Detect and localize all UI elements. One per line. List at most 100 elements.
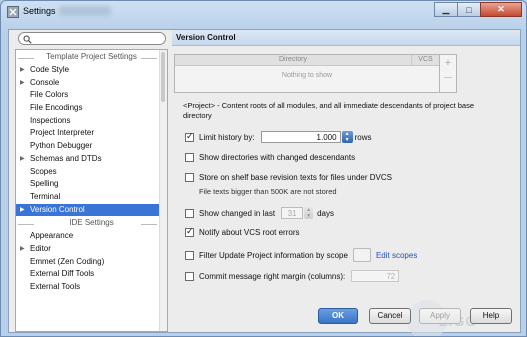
tree-item-label: Emmet (Zen Coding) xyxy=(30,256,105,266)
maximize-icon: □ xyxy=(466,4,472,15)
spin-down-icon: ▼ xyxy=(306,213,312,219)
minimize-button[interactable]: ▁ xyxy=(434,2,458,17)
column-directory[interactable]: Directory xyxy=(175,55,412,65)
tree-item-label: Project Interpreter xyxy=(30,128,95,138)
column-vcs[interactable]: VCS xyxy=(412,55,439,65)
tree-item-appearance[interactable]: Appearance xyxy=(16,230,160,243)
spin-down-icon: ▼ xyxy=(344,137,350,143)
tree-item-label: Terminal xyxy=(30,191,61,201)
commit-margin-checkbox[interactable] xyxy=(185,271,194,281)
tree-item-label: File Colors xyxy=(30,90,69,100)
tree-item-label: External Tools xyxy=(30,282,81,291)
panel-title: Version Control xyxy=(172,30,520,46)
tree-item-emmet-zen-coding[interactable]: Emmet (Zen Coding) xyxy=(16,256,160,269)
tree-item-label: External Diff Tools xyxy=(30,269,95,279)
limit-history-spinner[interactable]: ▲ ▼ xyxy=(341,131,353,143)
tree-item-external-diff-tools[interactable]: External Diff Tools xyxy=(16,268,160,281)
search-icon xyxy=(23,35,32,44)
edit-scopes-link[interactable]: Edit scopes xyxy=(376,251,417,260)
tree-item-label: Spelling xyxy=(30,179,59,189)
expand-arrow-icon[interactable]: ▶ xyxy=(20,204,25,217)
tree-scrollbar[interactable] xyxy=(159,50,167,331)
tree-item-version-control[interactable]: ▶ Version Control xyxy=(16,203,160,217)
store-shelf-checkbox[interactable] xyxy=(185,173,194,182)
table-empty-text: Nothing to show xyxy=(281,72,333,79)
tree-group-ide: IDE Settings xyxy=(16,218,167,230)
tree-scroll-thumb[interactable] xyxy=(161,52,165,102)
show-changed-input[interactable]: 31 xyxy=(281,207,304,219)
help-button[interactable]: Help xyxy=(470,308,512,324)
close-button[interactable]: ✕ xyxy=(480,2,522,17)
limit-history-checkbox[interactable] xyxy=(185,131,194,142)
vcs-mappings-table[interactable]: Directory VCS Nothing to show xyxy=(174,54,440,93)
tree-item-console[interactable]: ▶ Console xyxy=(16,77,160,90)
store-shelf-row: Store on shelf base revision texts for f… xyxy=(185,173,392,182)
limit-history-unit: rows xyxy=(354,132,372,142)
tree-item-label: Inspections xyxy=(30,115,71,125)
settings-tree[interactable]: Template Project Settings ▶ Code Style ▶ Co… xyxy=(15,49,168,332)
filter-update-row: Filter Update Project information by sco… xyxy=(185,248,417,262)
expand-arrow-icon[interactable]: ▶ xyxy=(20,64,25,77)
remove-mapping-icon[interactable] xyxy=(444,77,452,78)
notify-vcs-checkbox[interactable] xyxy=(185,226,194,237)
show-changed-label: Show changed in last xyxy=(199,208,276,218)
search-input[interactable] xyxy=(18,32,166,45)
commit-margin-row: Commit message right margin (columns): 7… xyxy=(185,270,400,282)
expand-arrow-icon[interactable]: ▶ xyxy=(20,153,25,166)
minimize-icon: ▁ xyxy=(442,4,450,14)
tree-item-schemas-and-dtds[interactable]: ▶ Schemas and DTDs xyxy=(16,153,160,166)
filter-update-label: Filter Update Project information by sco… xyxy=(199,250,348,260)
limit-history-input[interactable]: 1.000 xyxy=(260,131,341,143)
plus-icon: + xyxy=(444,57,452,69)
show-changed-unit: days xyxy=(317,208,334,218)
tree-item-external-tools[interactable]: External Tools xyxy=(16,281,160,294)
tree-item-label: Version Control xyxy=(30,204,85,214)
tree-item-terminal[interactable]: Terminal xyxy=(16,191,160,204)
tree-item-file-colors[interactable]: File Colors xyxy=(16,89,160,102)
app-icon xyxy=(7,6,19,18)
show-changed-spinner[interactable]: ▲ ▼ xyxy=(304,207,314,219)
expand-arrow-icon[interactable]: ▶ xyxy=(20,243,25,256)
dialog-body: Template Project Settings ▶ Code Style ▶ Co… xyxy=(8,29,521,336)
tree-item-label: Code Style xyxy=(30,65,70,74)
tree-item-file-encodings[interactable]: File Encodings xyxy=(16,102,160,115)
tree-item-editor[interactable]: ▶ Editor xyxy=(16,243,160,256)
settings-window: Settings ▁ □ ✕ Template Project Settings… xyxy=(0,0,527,337)
tree-item-label: Appearance xyxy=(30,231,74,241)
show-changed-row: Show changed in last 31 ▲ ▼ days xyxy=(185,207,334,219)
tree-item-code-style[interactable]: ▶ Code Style xyxy=(16,64,160,77)
tree-item-python-debugger[interactable]: Python Debugger xyxy=(16,140,160,153)
commit-margin-input[interactable]: 72 xyxy=(351,270,400,282)
ok-button[interactable]: OK xyxy=(318,308,358,324)
title-bar[interactable]: Settings ▁ □ ✕ xyxy=(1,1,526,23)
show-dirs-row: Show directories with changed descendant… xyxy=(185,153,355,162)
tree-item-label: Editor xyxy=(30,243,51,253)
tree-item-label: Python Debugger xyxy=(30,141,93,151)
tree-item-project-interpreter[interactable]: Project Interpreter xyxy=(16,127,160,140)
limit-history-label: Limit history by: xyxy=(199,132,255,142)
limit-history-row: Limit history by: 1.000 ▲▼ rows xyxy=(185,131,371,143)
tree-item-spelling[interactable]: Spelling xyxy=(16,178,160,191)
cancel-button[interactable]: Cancel xyxy=(369,308,411,324)
expand-arrow-icon[interactable]: ▶ xyxy=(20,77,25,90)
tree-item-inspections[interactable]: Inspections xyxy=(16,115,160,128)
table-toolbar: + xyxy=(440,54,457,93)
tree-item-label: Scopes xyxy=(30,166,57,176)
tree-item-scopes[interactable]: Scopes xyxy=(16,166,160,179)
apply-button[interactable]: Apply xyxy=(419,308,461,324)
table-header: Directory VCS xyxy=(175,55,439,66)
tree-item-label: Schemas and DTDs xyxy=(30,153,102,163)
show-changed-checkbox[interactable] xyxy=(185,208,194,218)
show-dirs-checkbox[interactable] xyxy=(185,153,194,162)
add-mapping-button[interactable]: + xyxy=(440,57,456,69)
scope-select[interactable] xyxy=(352,248,371,262)
commit-margin-label: Commit message right margin (columns): xyxy=(199,271,346,281)
filter-update-checkbox[interactable] xyxy=(185,250,194,260)
window-controls: ▁ □ ✕ xyxy=(434,2,522,17)
notify-vcs-label: Notify about VCS root errors xyxy=(199,228,300,237)
tree-item-label: Console xyxy=(30,77,60,87)
store-shelf-hint: File texts bigger than 500K are not stor… xyxy=(199,187,337,196)
tree-group-template-project: Template Project Settings xyxy=(16,52,167,64)
maximize-button[interactable]: □ xyxy=(457,2,481,17)
blurred-title-suffix xyxy=(59,6,111,16)
